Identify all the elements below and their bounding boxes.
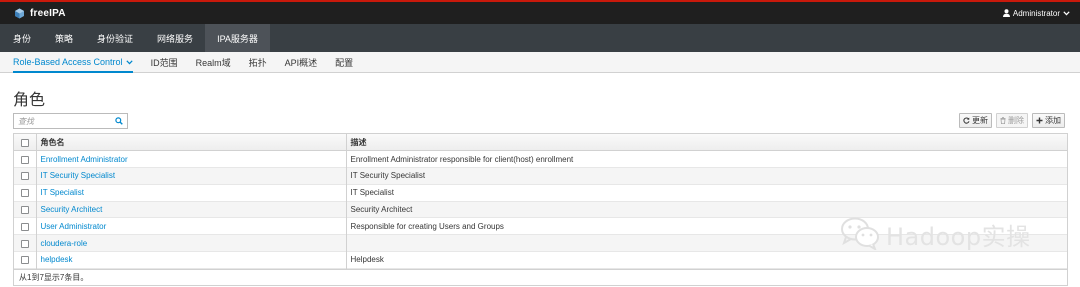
role-description-cell: Security Architect	[350, 205, 413, 215]
plus-icon	[1036, 117, 1043, 124]
row-checkbox[interactable]	[20, 189, 29, 198]
row-select-cell	[14, 184, 37, 202]
add-button-label: 添加	[1045, 116, 1061, 125]
table-row: User Administrator Responsible for creat…	[14, 217, 1067, 235]
search-box	[13, 113, 128, 129]
row-select-cell	[14, 167, 37, 185]
refresh-button[interactable]: 更新	[959, 113, 992, 128]
delete-button-label: 删除	[1008, 116, 1024, 125]
table-row: IT Security Specialist IT Security Speci…	[14, 167, 1067, 185]
table-footer-summary: 从1到7显示7条目。	[14, 268, 1067, 285]
select-all-checkbox[interactable]	[20, 138, 29, 147]
role-description-cell: Enrollment Administrator responsible for…	[350, 154, 574, 164]
role-link[interactable]: IT Specialist	[41, 188, 84, 197]
tab-topology[interactable]: 拓扑	[240, 52, 276, 72]
table-row: Security Architect Security Architect	[14, 201, 1067, 218]
row-select-cell	[14, 234, 37, 252]
user-menu[interactable]: Administrator	[1002, 8, 1070, 18]
role-link[interactable]: Security Architect	[41, 205, 103, 214]
role-link[interactable]: helpdesk	[41, 255, 73, 264]
select-all-cell	[14, 134, 37, 152]
refresh-button-label: 更新	[972, 116, 988, 125]
search-icon[interactable]	[111, 114, 127, 128]
tab-rbac[interactable]: Role-Based Access Control	[4, 52, 142, 73]
tab-api-browser[interactable]: API概述	[276, 52, 327, 72]
toolbar: 更新 删除 添加	[959, 113, 1065, 128]
column-header-description[interactable]: 描述	[346, 134, 1067, 152]
main-nav: 身份 策略 身份验证 网络服务 IPA服务器	[0, 24, 1080, 52]
nav-item-network-services[interactable]: 网络服务	[145, 24, 205, 52]
freeipa-logo-icon	[14, 8, 25, 19]
role-name-cell: User Administrator	[36, 217, 347, 235]
row-select-cell	[14, 217, 37, 235]
chevron-down-icon	[123, 57, 133, 67]
trash-icon	[1000, 117, 1006, 124]
tab-realm-domains[interactable]: Realm域	[187, 52, 240, 72]
roles-table: 角色名 描述 Enrollment Administrator Enrollme…	[13, 133, 1068, 286]
role-name-cell: helpdesk	[36, 251, 347, 269]
column-header-role-name[interactable]: 角色名	[36, 134, 347, 152]
page-title: 角色	[13, 92, 46, 109]
role-description-cell: Helpdesk	[350, 255, 384, 265]
role-description-cell: IT Security Specialist	[350, 171, 426, 181]
role-description-cell: IT Specialist	[350, 188, 394, 198]
table-header-row: 角色名 描述	[14, 134, 1067, 152]
refresh-icon	[963, 117, 970, 124]
row-select-cell	[14, 150, 37, 168]
add-button[interactable]: 添加	[1032, 113, 1065, 128]
table-row: cloudera-role	[14, 234, 1067, 252]
user-icon	[1002, 9, 1010, 17]
row-checkbox[interactable]	[20, 222, 29, 231]
chevron-down-icon	[1063, 10, 1070, 16]
role-link[interactable]: IT Security Specialist	[41, 171, 116, 180]
role-name-cell: Security Architect	[36, 201, 347, 218]
tab-id-ranges[interactable]: ID范围	[142, 52, 187, 72]
role-link[interactable]: User Administrator	[41, 222, 107, 231]
row-checkbox[interactable]	[20, 155, 29, 164]
search-input[interactable]	[14, 114, 111, 128]
role-description-cell	[346, 235, 1067, 252]
role-name-cell: IT Security Specialist	[36, 167, 347, 185]
nav-item-policy[interactable]: 策略	[43, 24, 85, 52]
table-row: Enrollment Administrator Enrollment Admi…	[14, 150, 1067, 168]
table-row: helpdesk Helpdesk	[14, 251, 1067, 269]
tab-configuration[interactable]: 配置	[326, 52, 362, 72]
row-select-cell	[14, 201, 37, 218]
row-checkbox[interactable]	[20, 256, 29, 265]
nav-item-identity[interactable]: 身份	[0, 24, 43, 52]
row-checkbox[interactable]	[20, 239, 29, 248]
brand[interactable]: freeIPA	[14, 8, 66, 19]
delete-button[interactable]: 删除	[996, 113, 1028, 128]
role-link[interactable]: cloudera-role	[41, 239, 88, 248]
nav-item-ipa-server[interactable]: IPA服务器	[205, 24, 270, 52]
sub-nav: Role-Based Access Control ID范围 Realm域 拓扑…	[0, 52, 1080, 73]
nav-item-authentication[interactable]: 身份验证	[85, 24, 145, 52]
table-row: IT Specialist IT Specialist	[14, 184, 1067, 202]
role-name-cell: Enrollment Administrator	[36, 150, 347, 168]
user-menu-label: Administrator	[1012, 8, 1060, 18]
tab-rbac-label: Role-Based Access Control	[13, 57, 123, 67]
row-select-cell	[14, 251, 37, 269]
role-description-cell: Responsible for creating Users and Group…	[350, 221, 504, 231]
masthead: freeIPA Administrator	[0, 0, 1080, 24]
role-name-cell: cloudera-role	[36, 234, 347, 252]
brand-name: freeIPA	[30, 7, 66, 19]
row-checkbox[interactable]	[20, 172, 29, 181]
row-checkbox[interactable]	[20, 205, 29, 214]
role-name-cell: IT Specialist	[36, 184, 347, 202]
role-link[interactable]: Enrollment Administrator	[41, 155, 128, 164]
